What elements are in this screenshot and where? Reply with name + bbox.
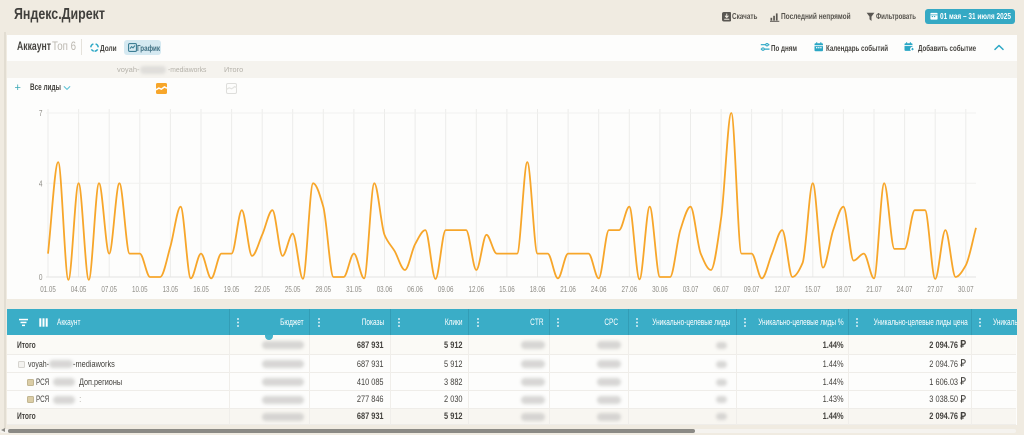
svg-text:03.07: 03.07 <box>683 285 699 294</box>
svg-text:12.06: 12.06 <box>469 285 485 294</box>
svg-text:15.06: 15.06 <box>499 285 515 294</box>
svg-text:4: 4 <box>39 179 43 188</box>
svg-text:0: 0 <box>39 273 43 282</box>
svg-text:09.07: 09.07 <box>744 285 760 294</box>
svg-text:03.06: 03.06 <box>377 285 393 294</box>
svg-text:07.05: 07.05 <box>101 285 117 294</box>
svg-text:28.05: 28.05 <box>316 285 332 294</box>
svg-text:15.07: 15.07 <box>805 285 821 294</box>
svg-text:27.07: 27.07 <box>927 285 943 294</box>
svg-text:18.06: 18.06 <box>530 285 546 294</box>
svg-text:31.05: 31.05 <box>346 285 362 294</box>
svg-text:01.05: 01.05 <box>40 285 56 294</box>
svg-text:21.07: 21.07 <box>866 285 882 294</box>
svg-text:12.07: 12.07 <box>774 285 790 294</box>
svg-text:09.06: 09.06 <box>438 285 454 294</box>
svg-text:13.05: 13.05 <box>163 285 179 294</box>
svg-text:30.07: 30.07 <box>958 285 974 294</box>
svg-text:22.05: 22.05 <box>254 285 270 294</box>
svg-text:10.05: 10.05 <box>132 285 148 294</box>
svg-text:18.07: 18.07 <box>836 285 852 294</box>
svg-text:24.07: 24.07 <box>897 285 913 294</box>
svg-text:30.06: 30.06 <box>652 285 668 294</box>
svg-text:25.05: 25.05 <box>285 285 301 294</box>
svg-text:06.06: 06.06 <box>407 285 423 294</box>
svg-text:06.07: 06.07 <box>713 285 729 294</box>
svg-text:27.06: 27.06 <box>622 285 638 294</box>
svg-text:24.06: 24.06 <box>591 285 607 294</box>
svg-text:21.06: 21.06 <box>560 285 576 294</box>
svg-text:7: 7 <box>39 109 43 118</box>
svg-text:19.05: 19.05 <box>224 285 240 294</box>
svg-text:16.05: 16.05 <box>193 285 209 294</box>
svg-text:04.05: 04.05 <box>71 285 87 294</box>
